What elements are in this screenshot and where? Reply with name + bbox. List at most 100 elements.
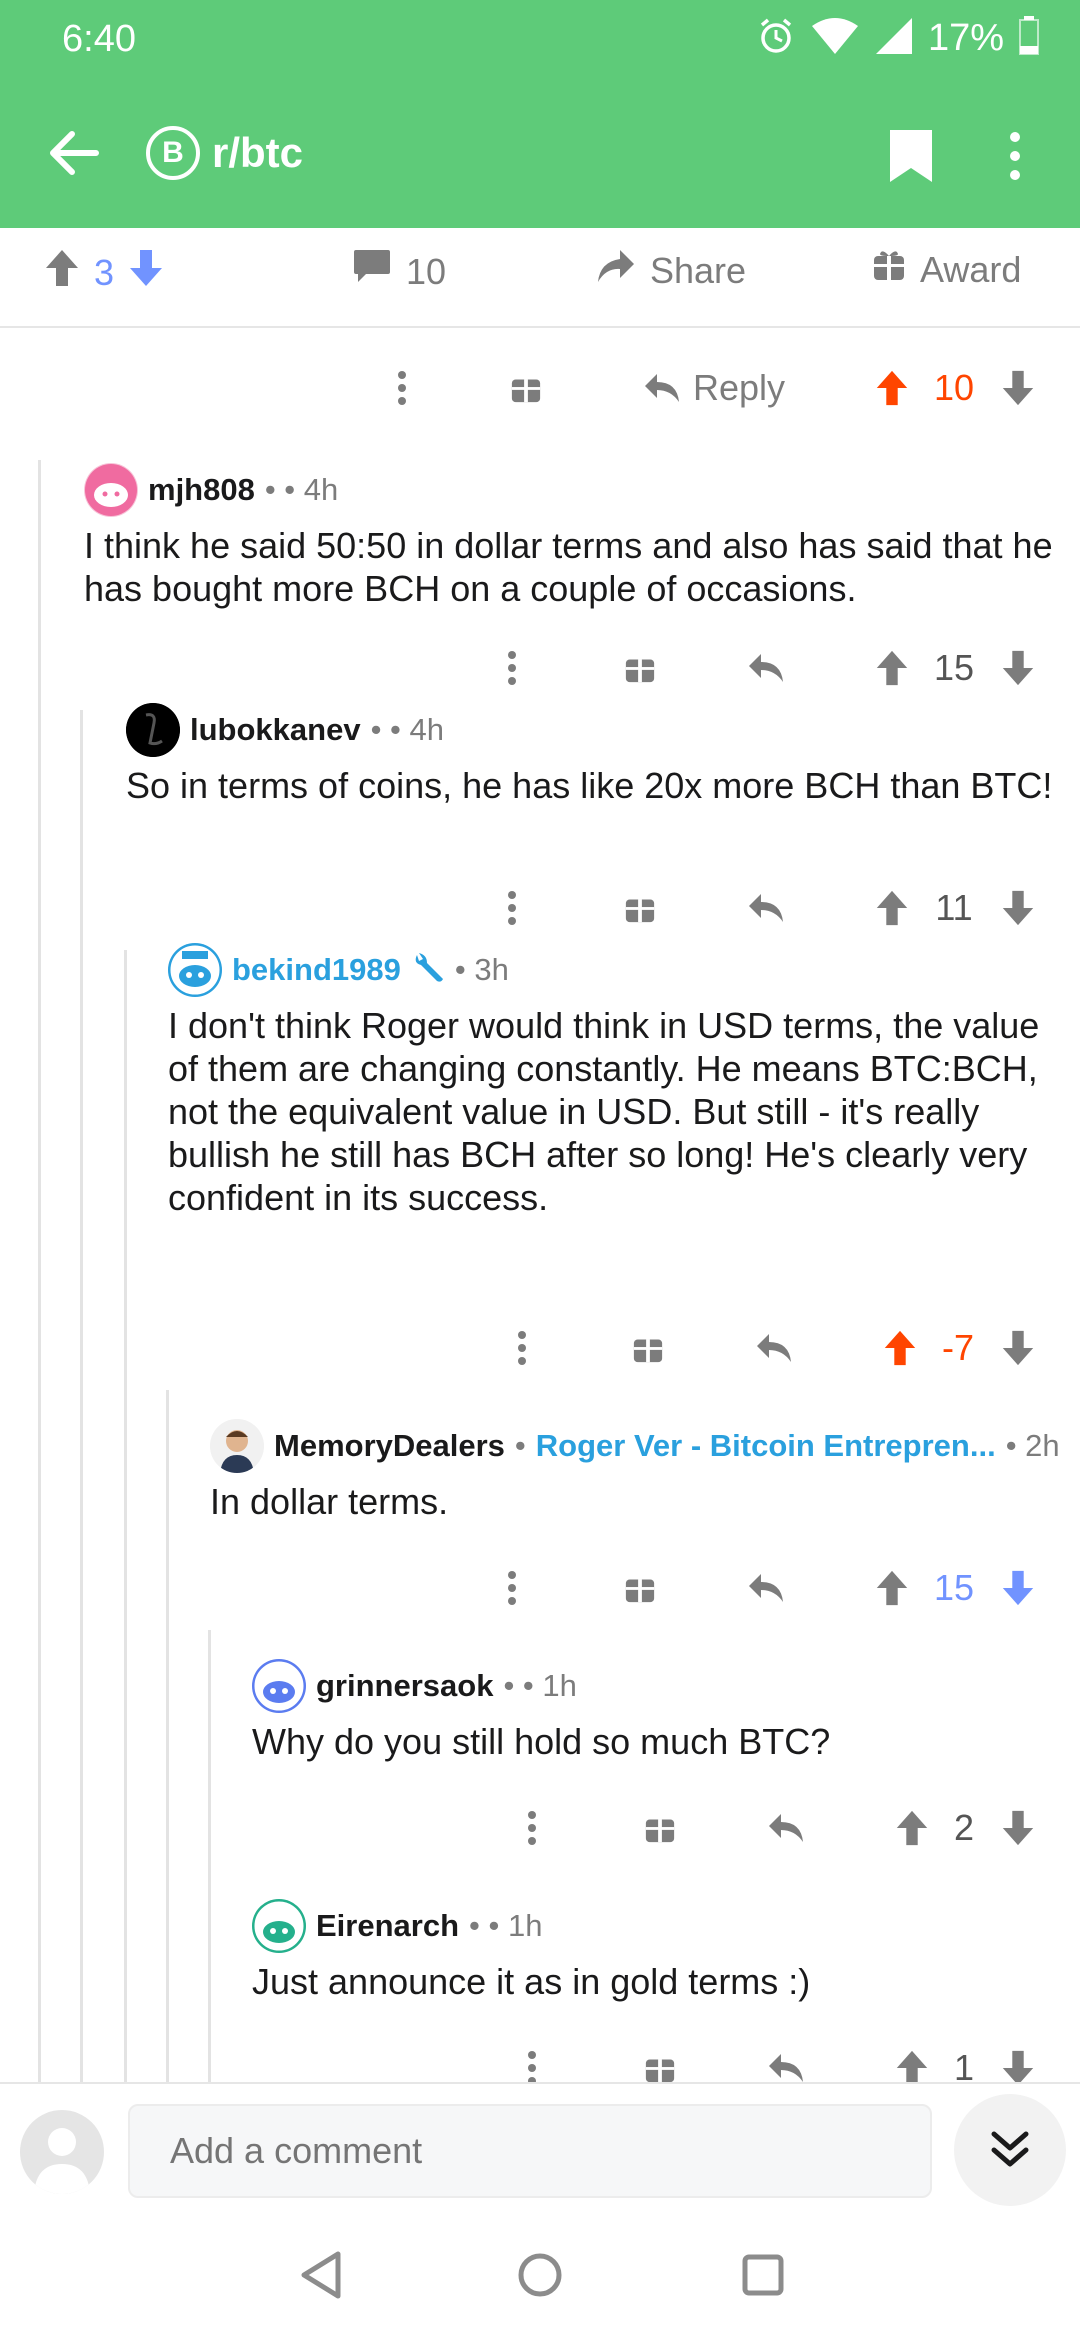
comment: bekind1989 • 3h I don't think Roger woul…: [168, 942, 1068, 1219]
avatar[interactable]: [168, 943, 222, 997]
downvote-icon[interactable]: [128, 248, 164, 297]
reply-icon[interactable]: [766, 1798, 806, 1858]
post-vote-count: 3: [94, 251, 115, 293]
alarm-icon: [756, 16, 796, 61]
signal-icon: [874, 16, 914, 61]
username[interactable]: grinnersaok: [316, 1668, 493, 1704]
downvote-icon[interactable]: [998, 1798, 1038, 1858]
comment-score: 1: [953, 2047, 975, 2082]
gift-icon: [872, 248, 906, 291]
more-options-icon[interactable]: [512, 2038, 552, 2082]
comment-score: 10: [933, 367, 975, 408]
more-vertical-icon[interactable]: [1008, 130, 1022, 187]
upvote-icon[interactable]: [872, 358, 912, 418]
wifi-icon: [810, 16, 860, 61]
comment-actions: -7: [0, 1318, 1080, 1378]
share-icon: [596, 248, 636, 293]
upvote-icon[interactable]: [892, 1798, 932, 1858]
comment-score: 15: [933, 647, 975, 688]
upvote-icon[interactable]: [872, 638, 912, 698]
thread-line-depth-4[interactable]: [166, 1390, 169, 2082]
comment-meta: • 2h: [1005, 1428, 1060, 1463]
downvote-icon[interactable]: [998, 878, 1038, 938]
bitcoin-icon: B: [146, 126, 200, 180]
nav-recents-icon[interactable]: [740, 2250, 786, 2305]
comment-meta: • • 4h: [264, 472, 339, 507]
upvote-icon[interactable]: [44, 248, 80, 297]
reply-icon[interactable]: [766, 2038, 806, 2082]
gift-icon[interactable]: [628, 1318, 668, 1378]
system-nav-bar: [0, 2222, 1080, 2340]
username[interactable]: lubokkanev: [190, 712, 361, 748]
username[interactable]: MemoryDealers: [274, 1428, 505, 1464]
more-options-icon[interactable]: [382, 358, 422, 418]
more-options-icon[interactable]: [492, 1558, 532, 1618]
nav-home-icon[interactable]: [516, 2250, 564, 2305]
upvote-icon[interactable]: [872, 878, 912, 938]
downvote-icon[interactable]: [998, 1318, 1038, 1378]
add-comment-input[interactable]: [128, 2104, 932, 2198]
reply-icon[interactable]: [746, 1558, 786, 1618]
comments-count-button[interactable]: 10: [352, 248, 446, 295]
downvote-icon[interactable]: [998, 1558, 1038, 1618]
upvote-icon[interactable]: [872, 1558, 912, 1618]
gift-icon[interactable]: [506, 358, 546, 418]
downvote-icon[interactable]: [998, 638, 1038, 698]
avatar[interactable]: [252, 1659, 306, 1713]
share-label: Share: [650, 249, 747, 291]
avatar[interactable]: [210, 1419, 264, 1473]
username[interactable]: Eirenarch: [316, 1908, 459, 1944]
reply-icon[interactable]: [746, 638, 786, 698]
avatar[interactable]: [252, 1899, 306, 1953]
more-options-icon[interactable]: [492, 878, 532, 938]
user-avatar[interactable]: [20, 2110, 104, 2194]
bookmark-icon[interactable]: [888, 128, 934, 189]
gift-icon[interactable]: [620, 878, 660, 938]
comment-meta: • 3h: [454, 952, 509, 987]
username[interactable]: mjh808: [148, 472, 255, 508]
comment-score: -7: [941, 1327, 974, 1368]
award-button[interactable]: Award: [872, 248, 1021, 291]
gift-icon[interactable]: [640, 2038, 680, 2082]
subreddit-name: r/btc: [212, 129, 304, 176]
more-options-icon[interactable]: [492, 638, 532, 698]
comment-bar: [0, 2082, 1080, 2222]
reply-button[interactable]: Reply: [634, 358, 794, 418]
comment-meta: • • 4h: [370, 712, 444, 747]
collapse-threads-button[interactable]: [954, 2094, 1066, 2206]
app-bar: B r/btc: [0, 100, 1080, 210]
comment-score: 2: [953, 1807, 975, 1848]
comment-actions: 2: [0, 1798, 1080, 1858]
reply-icon[interactable]: [746, 878, 786, 938]
reply-icon[interactable]: [754, 1318, 794, 1378]
avatar[interactable]: [126, 703, 180, 757]
comment: MemoryDealers • Roger Ver - Bitcoin Entr…: [210, 1418, 1070, 1523]
comment-count: 10: [406, 250, 447, 292]
share-button[interactable]: Share: [596, 248, 746, 293]
downvote-icon[interactable]: [998, 358, 1038, 418]
comment: grinnersaok • • 1h Why do you still hold…: [252, 1658, 1072, 1763]
comment-body: In dollar terms.: [210, 1481, 449, 1522]
award-label: Award: [920, 248, 1022, 290]
nav-back-icon[interactable]: [298, 2250, 344, 2305]
thread-line-depth-3[interactable]: [124, 950, 127, 2082]
user-flair: Roger Ver - Bitcoin Entrepren...: [535, 1428, 996, 1463]
gift-icon[interactable]: [620, 638, 660, 698]
comment-body: I don't think Roger would think in USD t…: [168, 1005, 1040, 1218]
upvote-icon[interactable]: [880, 1318, 920, 1378]
more-options-icon[interactable]: [502, 1318, 542, 1378]
comment-thread: Reply 10 mjh808 • • 4h I think he said 5…: [0, 330, 1080, 2082]
gift-icon[interactable]: [620, 1558, 660, 1618]
downvote-icon[interactable]: [998, 2038, 1038, 2082]
comment-meta: • • 1h: [469, 1908, 543, 1943]
subreddit-link[interactable]: B r/btc: [146, 126, 303, 180]
upvote-icon[interactable]: [892, 2038, 932, 2082]
more-options-icon[interactable]: [512, 1798, 552, 1858]
back-arrow-icon[interactable]: [46, 126, 100, 185]
comment-body: So in terms of coins, he has like 20x mo…: [126, 765, 1053, 806]
post-action-bar: 3 10 Share Award: [0, 228, 1080, 328]
username-op[interactable]: bekind1989: [232, 952, 401, 988]
parent-comment-actions: Reply 10: [0, 358, 1080, 418]
avatar[interactable]: [84, 463, 138, 517]
gift-icon[interactable]: [640, 1798, 680, 1858]
